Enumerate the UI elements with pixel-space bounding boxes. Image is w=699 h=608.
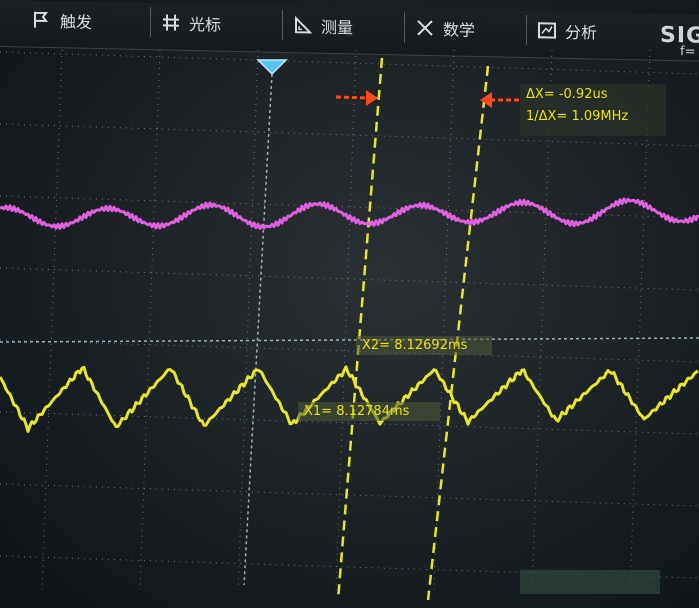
cursor-x1-arrow-icon	[335, 90, 378, 106]
cursor-x2-arrow-icon	[480, 92, 520, 108]
oscilloscope-screen: 触发 光标 测量 数学 分析 SIG f= ΔX= -0.92us 1/ΔX= …	[0, 0, 699, 608]
cursor-x1-readout: X1= 8.12784ms	[298, 402, 440, 421]
grid-vertical-line	[237, 49, 259, 591]
grid-horizontal-line	[0, 51, 699, 75]
channel-1-waveform	[0, 365, 699, 433]
cursor-delta-readout: ΔX= -0.92us 1/ΔX= 1.09MHz	[520, 84, 666, 136]
cursor-x2-readout: X2= 8.12692ms	[356, 336, 492, 355]
inverse-delta-x-value: 1/ΔX= 1.09MHz	[526, 109, 629, 124]
grid-horizontal-line	[0, 339, 699, 363]
trigger-icon	[256, 59, 288, 76]
grid-vertical-line	[433, 49, 455, 591]
grid-vertical-line	[41, 49, 63, 591]
cursor-x2-line[interactable]	[426, 65, 490, 601]
center-horizontal-axis	[0, 337, 699, 343]
grid-vertical-line	[139, 49, 161, 591]
center-vertical-axis	[243, 73, 273, 586]
cursor-x1-line[interactable]	[336, 57, 384, 601]
bottom-softkey-tab[interactable]	[520, 570, 660, 594]
grid-horizontal-line	[0, 483, 699, 507]
channel-2-waveform	[0, 197, 699, 230]
trigger-marker[interactable]	[256, 59, 288, 76]
grid-horizontal-line	[0, 267, 699, 291]
delta-x-value: ΔX= -0.92us	[526, 87, 608, 102]
